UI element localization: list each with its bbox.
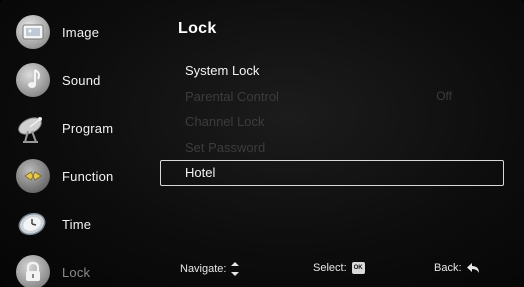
category-menu: Image Sound Program Function Time Lock xyxy=(10,8,150,287)
menu-item-label: Function xyxy=(62,168,114,184)
option-channel-lock[interactable]: Channel Lock xyxy=(160,109,504,135)
menu-item-label: Sound xyxy=(62,72,101,88)
menu-item-label: Image xyxy=(62,24,100,40)
ok-key-icon: OK xyxy=(351,262,365,274)
satellite-dish-icon xyxy=(16,111,50,145)
select-hint: Select: OK xyxy=(313,262,365,274)
option-label: Channel Lock xyxy=(185,114,265,130)
tv-lock-menu-screen: Image Sound Program Function Time Lock L… xyxy=(0,0,524,287)
ok-key-label: OK xyxy=(351,262,365,274)
menu-item-label: Time xyxy=(62,216,92,232)
option-label: Set Password xyxy=(185,139,266,155)
clock-icon xyxy=(16,207,50,241)
menu-item-program[interactable]: Program xyxy=(10,104,150,152)
option-set-password[interactable]: Set Password xyxy=(160,135,504,161)
return-arrow-icon xyxy=(466,262,481,274)
lock-options-list: System Lock Parental Control Off Channel… xyxy=(160,58,504,186)
option-system-lock[interactable]: System Lock xyxy=(160,58,504,84)
menu-item-function[interactable]: Function xyxy=(10,152,150,200)
function-icon xyxy=(16,159,50,193)
option-value: Off xyxy=(436,89,452,104)
back-hint-label: Back: xyxy=(434,262,462,274)
menu-item-time[interactable]: Time xyxy=(10,200,150,248)
key-hints-bar: Navigate: Select: OK Back: xyxy=(0,262,524,284)
menu-item-sound[interactable]: Sound xyxy=(10,56,150,104)
option-parental-control[interactable]: Parental Control Off xyxy=(160,84,504,110)
back-hint: Back: xyxy=(434,262,481,274)
option-label: System Lock xyxy=(185,63,260,79)
navigate-hint-label: Navigate: xyxy=(180,263,227,275)
page-title: Lock xyxy=(178,20,217,37)
image-icon xyxy=(16,15,50,49)
select-hint-label: Select: xyxy=(313,262,347,274)
menu-item-image[interactable]: Image xyxy=(10,8,150,56)
option-label: Parental Control xyxy=(185,88,279,104)
menu-item-label: Program xyxy=(62,120,114,136)
option-label: Hotel xyxy=(185,165,216,181)
navigate-hint: Navigate: xyxy=(180,262,240,276)
music-note-icon xyxy=(16,63,50,97)
option-hotel[interactable]: Hotel xyxy=(160,160,504,186)
up-down-arrows-icon xyxy=(231,262,240,276)
